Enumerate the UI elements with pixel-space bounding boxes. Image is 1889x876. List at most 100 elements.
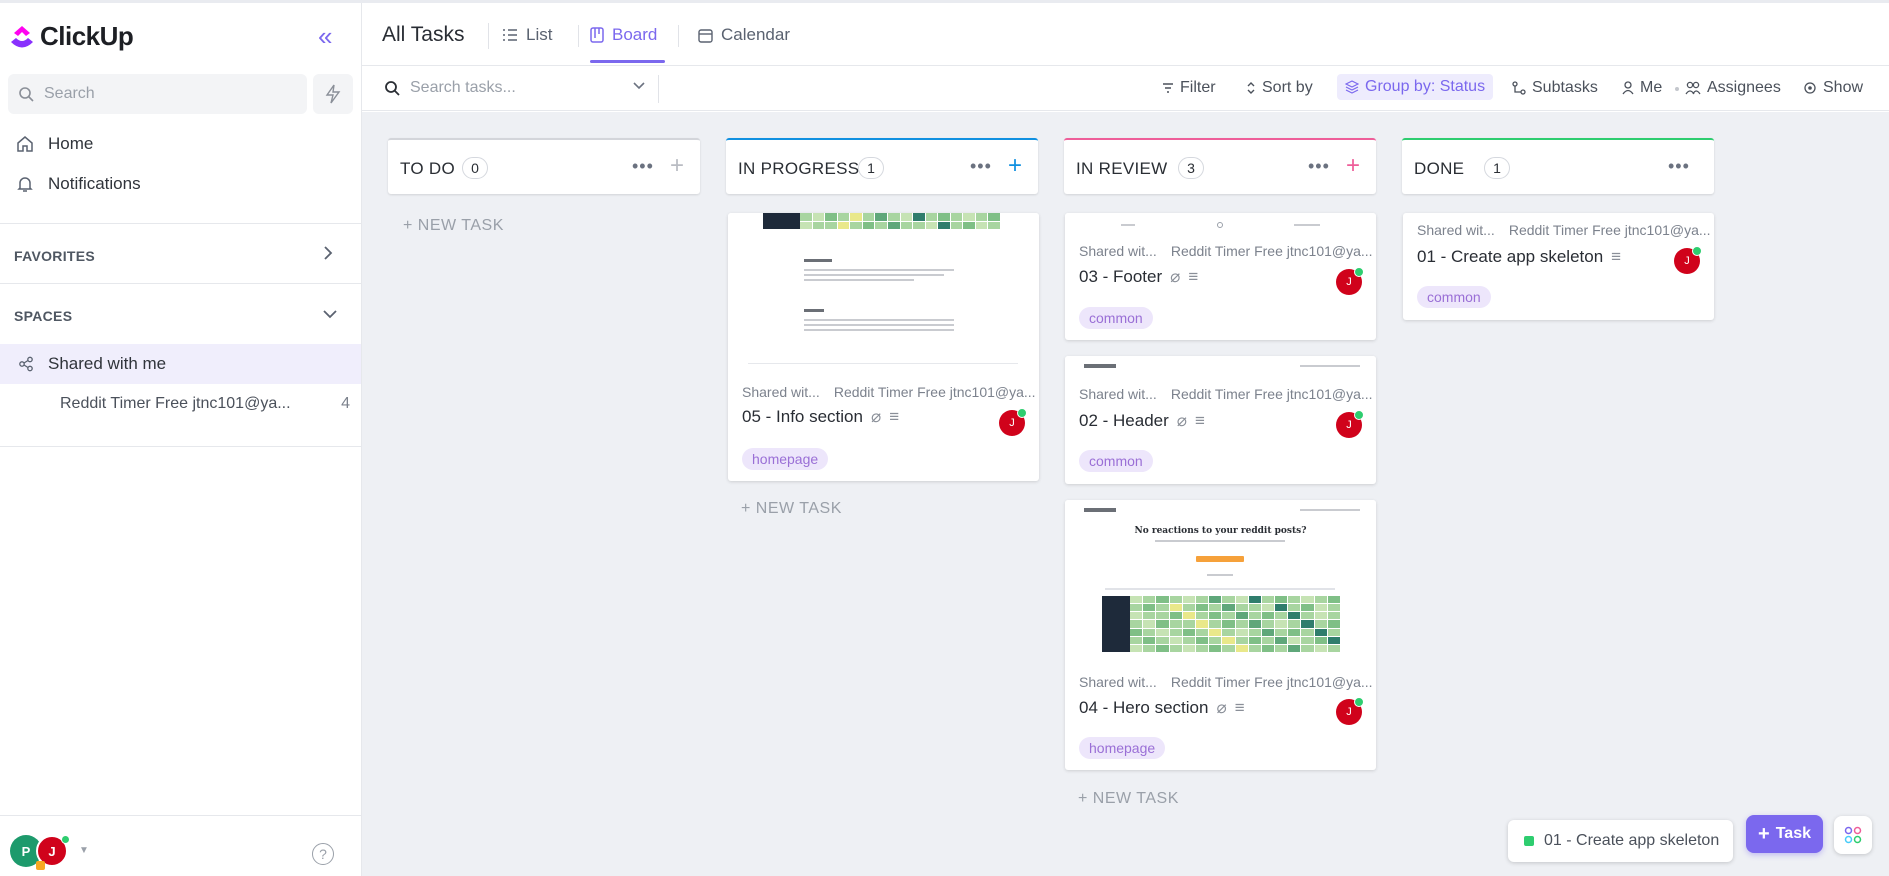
quick-action-button[interactable] <box>313 74 353 114</box>
sidebar-item-space[interactable]: Reddit Timer Free jtnc101@ya... 4 <box>60 395 350 413</box>
add-task-icon[interactable]: + <box>1008 152 1022 180</box>
sort-label: Sort by <box>1262 79 1313 96</box>
more-options-icon[interactable]: ••• <box>1308 156 1330 177</box>
card-cover-image <box>728 213 1039 373</box>
tag-homepage[interactable]: homepage <box>1079 737 1166 759</box>
tab-label: Board <box>612 25 658 44</box>
tab-board[interactable]: Board <box>590 25 657 45</box>
more-options-icon[interactable]: ••• <box>1668 156 1690 177</box>
task-card[interactable]: Shared wit... Reddit Timer Free jtnc101@… <box>728 213 1039 481</box>
assignee-avatar[interactable]: J <box>999 408 1027 436</box>
sidebar-search[interactable]: Search <box>8 74 307 114</box>
tab-label: Calendar <box>721 25 790 44</box>
sidebar-item-shared-with-me[interactable]: Shared with me <box>0 344 361 384</box>
assignee-initial: J <box>1009 417 1015 429</box>
tab-calendar[interactable]: Calendar <box>698 25 790 45</box>
show-button[interactable]: Show <box>1803 79 1863 97</box>
card-location-list: Reddit Timer Free jtnc101@ya... <box>1170 674 1373 690</box>
assignee-avatar[interactable]: J <box>1336 410 1364 438</box>
eye-icon <box>1804 82 1816 94</box>
filter-button[interactable]: Filter <box>1162 79 1216 97</box>
search-icon <box>19 87 34 102</box>
more-options-icon[interactable]: ••• <box>970 156 992 177</box>
new-task-button[interactable]: + NEW TASK <box>741 500 842 518</box>
column-title: IN REVIEW <box>1076 159 1168 178</box>
card-title[interactable]: 04 - Hero section ⌀ ≡ <box>1079 698 1245 718</box>
heatmap-thumbnail <box>800 213 1000 229</box>
column-header-done[interactable]: DONE 1 ••• <box>1402 138 1714 194</box>
me-filter-button[interactable]: Me <box>1622 79 1662 97</box>
tab-label: List <box>526 25 553 44</box>
sidebar-item-label: Home <box>48 134 94 153</box>
tag-common[interactable]: common <box>1079 307 1153 329</box>
task-card[interactable]: Shared wit... Reddit Timer Free jtnc101@… <box>1065 356 1376 484</box>
tag-homepage[interactable]: homepage <box>742 448 829 470</box>
task-search-input[interactable]: Search tasks... <box>384 79 516 97</box>
clickup-logo[interactable]: ClickUp <box>8 21 134 52</box>
help-icon[interactable]: ? <box>312 843 334 865</box>
assignee-avatar[interactable]: J <box>1336 267 1364 295</box>
spaces-header[interactable]: SPACES <box>14 308 72 324</box>
more-options-icon[interactable]: ••• <box>632 156 654 177</box>
favorites-header[interactable]: FAVORITES <box>14 248 95 264</box>
card-title-text: 01 - Create app skeleton <box>1417 247 1604 266</box>
layers-icon <box>1345 80 1359 94</box>
minimized-task-tray[interactable]: 01 - Create app skeleton <box>1508 820 1733 862</box>
subtasks-icon <box>1512 81 1526 95</box>
add-task-icon[interactable]: + <box>1346 152 1360 180</box>
chevron-down-icon[interactable] <box>632 79 646 98</box>
card-title-text: 04 - Hero section <box>1079 698 1209 717</box>
task-card[interactable]: Shared wit... Reddit Timer Free jtnc101@… <box>1403 213 1714 320</box>
logo-text: ClickUp <box>40 21 134 51</box>
column-count: 1 <box>858 157 884 179</box>
column-header-todo[interactable]: TO DO 0 ••• + <box>388 138 700 194</box>
new-task-button[interactable]: + NEW TASK <box>1078 790 1179 808</box>
apps-button[interactable] <box>1834 816 1872 854</box>
user-icon <box>1622 81 1634 95</box>
column-count: 0 <box>462 157 488 179</box>
users-icon <box>1685 81 1701 95</box>
assignee-avatar[interactable]: J <box>1674 246 1702 274</box>
online-status-dot <box>1692 246 1702 256</box>
card-title[interactable]: 01 - Create app skeleton ≡ <box>1417 247 1621 267</box>
sidebar-item-home[interactable]: Home <box>16 134 93 154</box>
heatmap-thumbnail <box>1130 596 1340 652</box>
workspace-badge <box>36 861 45 870</box>
sort-button[interactable]: Sort by <box>1246 79 1313 97</box>
sidebar-item-notifications[interactable]: Notifications <box>16 174 141 194</box>
column-header-in-review[interactable]: IN REVIEW 3 ••• + <box>1064 138 1376 194</box>
share-icon <box>19 356 33 372</box>
tab-list[interactable]: List <box>502 25 552 45</box>
online-status-dot <box>1354 697 1364 707</box>
avatar-initial: P <box>21 843 31 859</box>
task-card[interactable]: No reactions to your reddit posts? Share… <box>1065 500 1376 770</box>
chevron-down-icon[interactable] <box>322 307 338 325</box>
column-header-in-progress[interactable]: IN PROGRESS 1 ••• + <box>726 138 1038 194</box>
card-title[interactable]: 02 - Header ⌀ ≡ <box>1079 411 1205 431</box>
attachment-icon: ⌀ <box>870 407 882 426</box>
add-task-button[interactable]: + Task <box>1746 815 1823 853</box>
subtasks-button[interactable]: Subtasks <box>1512 79 1598 97</box>
card-location: Shared wit... Reddit Timer Free jtnc101@… <box>1417 222 1711 238</box>
app-window: ClickUp « Search Home Notifications FAVO… <box>0 0 1889 876</box>
card-title[interactable]: 03 - Footer ⌀ ≡ <box>1079 267 1198 287</box>
collapse-sidebar-icon[interactable]: « <box>318 23 332 49</box>
calendar-icon <box>698 28 713 43</box>
filter-label: Filter <box>1180 79 1216 96</box>
column-count: 3 <box>1178 157 1204 179</box>
card-location-list: Reddit Timer Free jtnc101@ya... <box>1170 386 1373 402</box>
group-by-button[interactable]: Group by: Status <box>1337 74 1494 100</box>
tag-common[interactable]: common <box>1079 450 1153 472</box>
attachment-icon: ⌀ <box>1216 698 1227 717</box>
add-task-icon[interactable]: + <box>670 152 684 180</box>
card-title[interactable]: 05 - Info section ⌀ ≡ <box>742 407 899 427</box>
card-location: Shared wit... Reddit Timer Free jtnc101@… <box>742 384 1036 400</box>
tag-common[interactable]: common <box>1417 286 1491 308</box>
assignees-button[interactable]: Assignees <box>1685 79 1781 97</box>
chevron-right-icon[interactable] <box>322 245 334 266</box>
caret-down-icon[interactable]: ▼ <box>79 845 89 856</box>
assignee-avatar[interactable]: J <box>1336 697 1364 725</box>
task-card[interactable]: Shared wit... Reddit Timer Free jtnc101@… <box>1065 213 1376 340</box>
card-title-text: 02 - Header <box>1079 411 1169 430</box>
new-task-button[interactable]: + NEW TASK <box>403 217 504 235</box>
